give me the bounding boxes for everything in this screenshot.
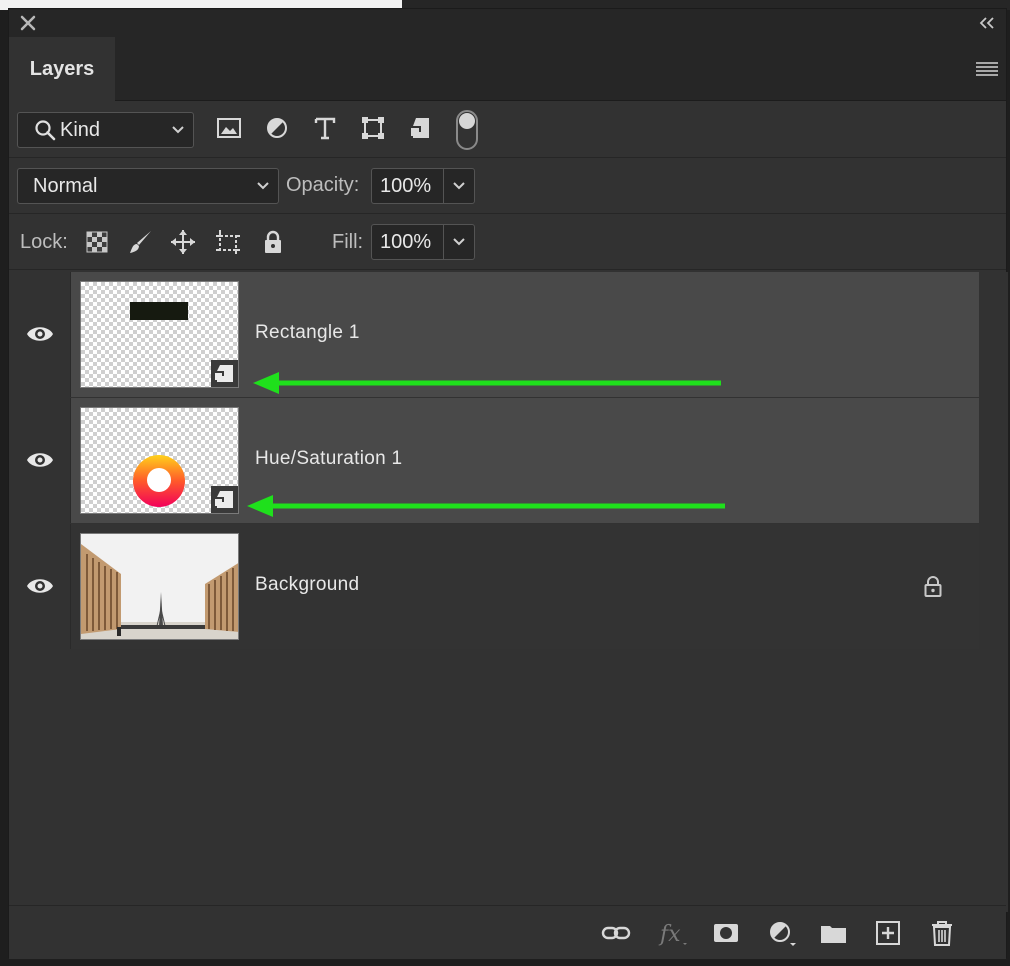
chevron-down-icon bbox=[453, 238, 465, 246]
fill-value[interactable]: 100% bbox=[372, 225, 444, 259]
layer-row[interactable]: Background bbox=[9, 524, 979, 649]
layer-name[interactable]: Background bbox=[255, 574, 359, 596]
blend-row: Normal Opacity: 100% bbox=[9, 158, 1006, 214]
eye-icon[interactable] bbox=[26, 576, 54, 596]
blend-mode-value: Normal bbox=[33, 174, 98, 197]
lock-position-icon[interactable] bbox=[169, 228, 197, 256]
lock-row: Lock: Fill: 100% bbox=[9, 214, 1006, 270]
filter-row: Kind bbox=[9, 102, 1006, 158]
opacity-field[interactable]: 100% bbox=[371, 168, 475, 204]
adjustment-layer-filter-icon[interactable] bbox=[263, 114, 291, 142]
new-layer-icon[interactable] bbox=[873, 919, 903, 947]
rectangle-shape bbox=[130, 302, 188, 320]
kind-filter-dropdown[interactable]: Kind bbox=[17, 112, 194, 148]
lock-all-icon[interactable] bbox=[259, 228, 287, 256]
smart-object-badge-icon bbox=[211, 360, 238, 387]
ring-shape bbox=[133, 455, 185, 507]
close-icon[interactable] bbox=[19, 14, 37, 32]
chevron-down-icon bbox=[172, 126, 184, 134]
blend-mode-dropdown[interactable]: Normal bbox=[17, 168, 279, 204]
chevron-down-icon bbox=[257, 182, 269, 190]
layers-panel: Layers Kind Normal Opacity: 100% Lock: F… bbox=[8, 8, 1008, 959]
eye-icon[interactable] bbox=[26, 324, 54, 344]
tab-layers[interactable]: Layers bbox=[9, 37, 115, 101]
visibility-column bbox=[9, 272, 71, 397]
lock-label: Lock: bbox=[20, 231, 68, 253]
collapse-panel-icon[interactable] bbox=[978, 14, 996, 32]
smart-object-badge-icon bbox=[211, 486, 238, 513]
kind-filter-label: Kind bbox=[60, 118, 101, 141]
smart-object-filter-icon[interactable] bbox=[407, 114, 435, 142]
type-layer-filter-icon[interactable] bbox=[311, 114, 339, 142]
layer-thumbnail[interactable] bbox=[80, 533, 239, 640]
visibility-column bbox=[9, 398, 71, 523]
layer-mask-icon[interactable] bbox=[711, 919, 741, 947]
layer-thumbnail[interactable] bbox=[80, 407, 239, 514]
new-adjustment-icon[interactable] bbox=[766, 919, 796, 947]
panel-titlebar bbox=[9, 9, 1006, 37]
chevron-down-icon bbox=[453, 182, 465, 190]
search-icon bbox=[35, 120, 56, 141]
panel-menu-icon[interactable] bbox=[976, 61, 998, 77]
annotation-arrow-icon bbox=[253, 372, 721, 394]
opacity-label: Opacity: bbox=[286, 174, 360, 196]
new-group-icon[interactable] bbox=[819, 919, 849, 947]
shape-layer-filter-icon[interactable] bbox=[359, 114, 387, 142]
panel-footer: fx bbox=[9, 905, 1006, 959]
layer-name[interactable]: Rectangle 1 bbox=[255, 322, 360, 344]
lock-icon bbox=[924, 576, 942, 597]
pixel-layer-filter-icon[interactable] bbox=[215, 114, 243, 142]
visibility-column bbox=[9, 524, 71, 649]
filter-toggle-switch[interactable] bbox=[456, 110, 478, 150]
panel-tabbar: Layers bbox=[9, 37, 1006, 101]
layer-name[interactable]: Hue/Saturation 1 bbox=[255, 448, 402, 470]
lock-transparent-pixels-icon[interactable] bbox=[83, 228, 111, 256]
lock-image-pixels-icon[interactable] bbox=[127, 228, 155, 256]
annotation-arrow-icon bbox=[247, 495, 725, 517]
opacity-dropdown-button[interactable] bbox=[444, 169, 474, 203]
layer-body[interactable]: Background bbox=[71, 524, 979, 649]
delete-icon[interactable] bbox=[927, 919, 957, 947]
svg-text:fx: fx bbox=[658, 922, 681, 947]
opacity-value[interactable]: 100% bbox=[372, 169, 444, 203]
scrollbar-track[interactable] bbox=[979, 272, 1008, 912]
link-layers-icon[interactable] bbox=[601, 919, 631, 947]
fill-label: Fill: bbox=[332, 231, 364, 253]
fill-field[interactable]: 100% bbox=[371, 224, 475, 260]
background-photo bbox=[81, 534, 238, 639]
fill-dropdown-button[interactable] bbox=[444, 225, 474, 259]
layer-thumbnail[interactable] bbox=[80, 281, 239, 388]
eye-icon[interactable] bbox=[26, 450, 54, 470]
fx-icon[interactable]: fx bbox=[657, 919, 687, 947]
lock-artboard-icon[interactable] bbox=[214, 228, 242, 256]
